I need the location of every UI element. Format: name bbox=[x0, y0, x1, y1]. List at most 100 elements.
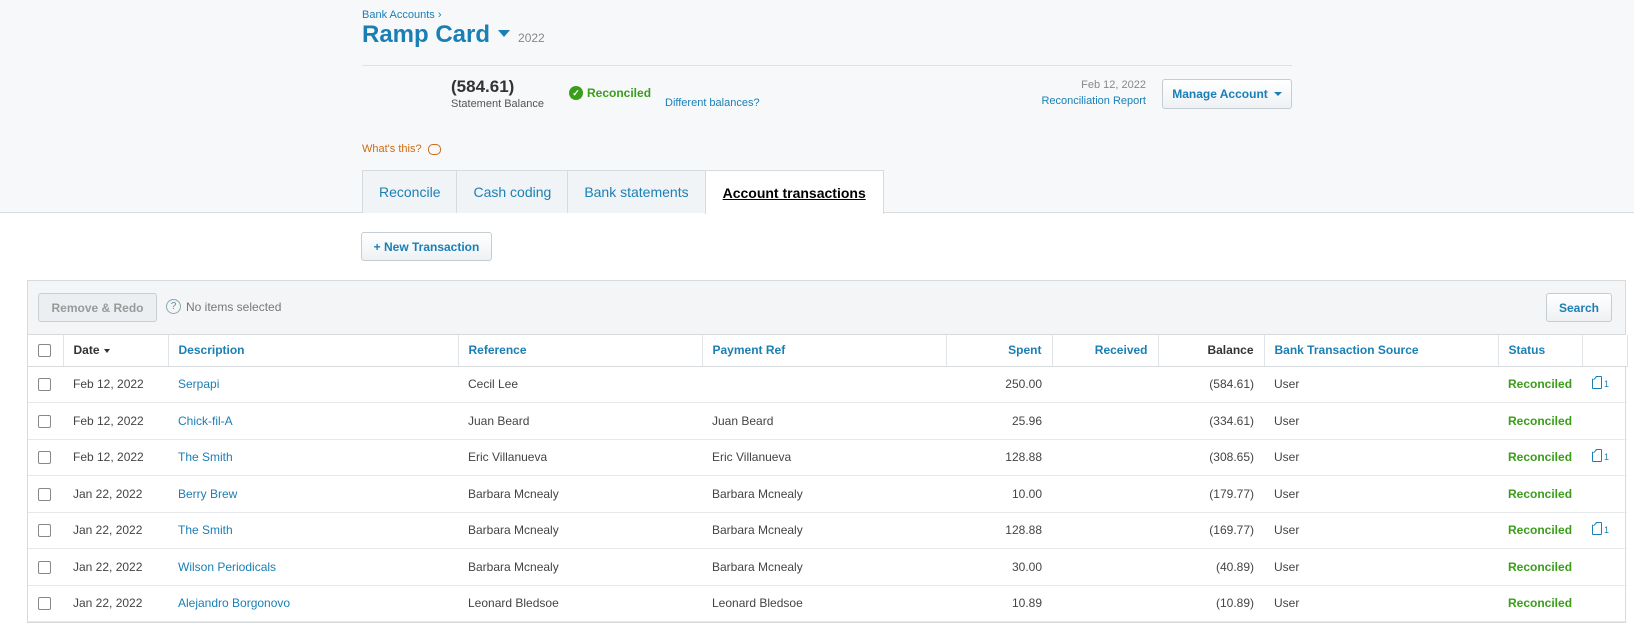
row-checkbox-cell bbox=[28, 548, 63, 586]
cell-description[interactable]: The Smith bbox=[168, 512, 458, 549]
whats-this-link[interactable]: What's this? bbox=[362, 143, 441, 155]
cell-payment-ref bbox=[702, 366, 946, 403]
cell-payment-ref: Juan Beard bbox=[702, 402, 946, 440]
remove-redo-button[interactable]: Remove & Redo bbox=[38, 293, 157, 322]
table-row[interactable]: Feb 12, 2022 Chick-fil-A Juan Beard Juan Be… bbox=[28, 402, 1627, 440]
cell-reference: Barbara Mcnealy bbox=[458, 512, 702, 549]
row-checkbox[interactable] bbox=[38, 560, 51, 574]
cell-description[interactable]: Serpapi bbox=[168, 366, 458, 403]
cell-balance: (40.89) bbox=[1158, 548, 1264, 586]
cell-description[interactable]: Berry Brew bbox=[168, 475, 458, 513]
description-link[interactable]: Berry Brew bbox=[178, 487, 237, 501]
cell-status: Reconciled bbox=[1498, 402, 1582, 440]
cell-spent: 25.96 bbox=[946, 402, 1052, 440]
reconciliation-report-link[interactable]: Reconciliation Report bbox=[1041, 95, 1146, 107]
search-button[interactable]: Search bbox=[1546, 293, 1612, 322]
attachment-icon[interactable]: 1 bbox=[1592, 449, 1609, 463]
row-checkbox[interactable] bbox=[38, 451, 51, 465]
cell-received bbox=[1052, 366, 1158, 403]
row-checkbox[interactable] bbox=[38, 414, 51, 428]
attachment-count: 1 bbox=[1604, 379, 1610, 390]
divider bbox=[362, 65, 1292, 66]
cell-status: Reconciled bbox=[1498, 366, 1582, 403]
cell-attachments bbox=[1582, 585, 1627, 622]
cell-reference: Barbara Mcnealy bbox=[458, 548, 702, 586]
table-row[interactable]: Jan 22, 2022 Berry Brew Barbara Mcnealy Bar… bbox=[28, 475, 1627, 513]
cell-attachments bbox=[1582, 548, 1627, 586]
new-transaction-button[interactable]: + New Transaction bbox=[361, 232, 492, 261]
table-row[interactable]: Jan 22, 2022 Alejandro Borgonovo Leonard B… bbox=[28, 585, 1627, 622]
whats-this-label: What's this? bbox=[362, 143, 422, 155]
table-row[interactable]: Feb 12, 2022 The Smith Eric Villanueva Eric… bbox=[28, 439, 1627, 476]
column-reference[interactable]: Reference bbox=[458, 335, 703, 367]
tab-reconcile[interactable]: Reconcile bbox=[362, 170, 458, 213]
statement-balance: (584.61) bbox=[451, 77, 515, 96]
cell-spent: 128.88 bbox=[946, 512, 1052, 549]
row-checkbox[interactable] bbox=[38, 487, 51, 501]
year-label: 2022 bbox=[518, 31, 545, 45]
column-description[interactable]: Description bbox=[168, 335, 459, 367]
transactions-body: Feb 12, 2022 Serpapi Cecil Lee 250.00 (584.6… bbox=[28, 366, 1627, 622]
attachment-icon[interactable]: 1 bbox=[1592, 522, 1609, 536]
reconciliation-date: Feb 12, 2022 bbox=[1081, 79, 1146, 91]
cell-balance: (10.89) bbox=[1158, 585, 1264, 622]
description-link[interactable]: Serpapi bbox=[178, 377, 219, 391]
column-date-label: Date bbox=[73, 343, 100, 358]
cell-source: User bbox=[1264, 512, 1498, 549]
row-checkbox[interactable] bbox=[38, 597, 51, 611]
cell-spent: 250.00 bbox=[946, 366, 1052, 403]
tab-cash-coding[interactable]: Cash coding bbox=[456, 170, 569, 213]
cell-description[interactable]: Alejandro Borgonovo bbox=[168, 585, 458, 622]
cell-balance: (584.61) bbox=[1158, 366, 1264, 403]
reconciled-badge: ✓ Reconciled bbox=[569, 86, 651, 100]
description-link[interactable]: Alejandro Borgonovo bbox=[178, 596, 290, 610]
breadcrumb[interactable]: Bank Accounts › bbox=[362, 9, 442, 21]
select-all-checkbox[interactable] bbox=[38, 344, 51, 358]
column-received[interactable]: Received bbox=[1052, 335, 1159, 367]
manage-account-button[interactable]: Manage Account bbox=[1162, 79, 1292, 109]
column-source[interactable]: Bank Transaction Source bbox=[1264, 335, 1499, 367]
table-row[interactable]: Jan 22, 2022 The Smith Barbara Mcnealy Barb… bbox=[28, 512, 1627, 549]
row-checkbox-cell bbox=[28, 366, 63, 403]
page-title[interactable]: Ramp Card bbox=[362, 21, 490, 49]
column-date[interactable]: Date bbox=[63, 335, 169, 367]
tab-bank-statements[interactable]: Bank statements bbox=[567, 170, 706, 213]
tab-account-transactions[interactable]: Account transactions bbox=[704, 170, 884, 214]
account-dropdown-caret-icon[interactable] bbox=[498, 30, 511, 37]
description-link[interactable]: The Smith bbox=[178, 450, 233, 464]
cell-source: User bbox=[1264, 548, 1498, 586]
column-spent[interactable]: Spent bbox=[946, 335, 1053, 367]
cell-description[interactable]: Chick-fil-A bbox=[168, 402, 458, 440]
cell-attachments: 1 bbox=[1582, 366, 1627, 403]
help-icon[interactable]: ? bbox=[166, 299, 181, 314]
table-row[interactable]: Jan 22, 2022 Wilson Periodicals Barbara Mc… bbox=[28, 548, 1627, 586]
description-link[interactable]: Wilson Periodicals bbox=[178, 560, 276, 574]
cell-spent: 30.00 bbox=[946, 548, 1052, 586]
speech-bubble-icon bbox=[427, 143, 441, 155]
cell-received bbox=[1052, 439, 1158, 476]
cell-date: Feb 12, 2022 bbox=[63, 366, 168, 403]
table-row[interactable]: Feb 12, 2022 Serpapi Cecil Lee 250.00 (584.6… bbox=[28, 366, 1627, 403]
cell-balance: (334.61) bbox=[1158, 402, 1264, 440]
row-checkbox[interactable] bbox=[38, 524, 51, 538]
description-link[interactable]: Chick-fil-A bbox=[178, 414, 233, 428]
cell-description[interactable]: Wilson Periodicals bbox=[168, 548, 458, 586]
cell-received bbox=[1052, 475, 1158, 513]
cell-description[interactable]: The Smith bbox=[168, 439, 458, 476]
cell-date: Feb 12, 2022 bbox=[63, 402, 168, 440]
different-balances-link[interactable]: Different balances? bbox=[665, 97, 760, 109]
row-checkbox-cell bbox=[28, 475, 63, 513]
cell-reference: Cecil Lee bbox=[458, 366, 702, 403]
description-link[interactable]: The Smith bbox=[178, 523, 233, 537]
select-all-cell bbox=[28, 335, 64, 367]
row-checkbox[interactable] bbox=[38, 378, 51, 392]
cell-received bbox=[1052, 548, 1158, 586]
cell-payment-ref: Leonard Bledsoe bbox=[702, 585, 946, 622]
attachment-icon[interactable]: 1 bbox=[1592, 376, 1610, 390]
column-status[interactable]: Status bbox=[1498, 335, 1583, 367]
column-payment-ref[interactable]: Payment Ref bbox=[702, 335, 947, 367]
cell-date: Jan 22, 2022 bbox=[63, 548, 168, 586]
cell-reference: Juan Beard bbox=[458, 402, 702, 440]
cell-source: User bbox=[1264, 475, 1498, 513]
cell-status: Reconciled bbox=[1498, 512, 1582, 549]
